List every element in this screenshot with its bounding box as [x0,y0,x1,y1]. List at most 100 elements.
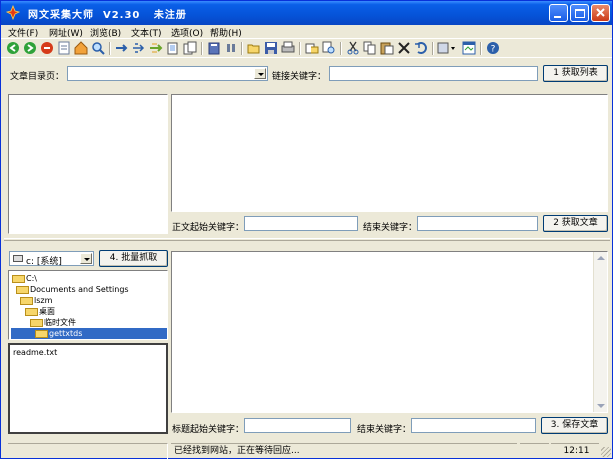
refresh-icon[interactable] [57,41,71,55]
cut-icon[interactable] [346,41,360,55]
toolbar: ? [1,38,612,58]
drive-select-value: c: [系统] [26,257,62,267]
folder-open-icon [35,329,48,338]
title-start-key-label: 标题起始关键字： [172,425,245,435]
find-icon[interactable] [322,41,336,55]
tree-node-label: 临时文件 [44,318,76,327]
content-end-key-input[interactable] [417,216,538,231]
vertical-scrollbar[interactable] [593,252,607,412]
tree-node[interactable]: C:\ [12,273,37,284]
tag-icon[interactable] [305,41,319,55]
search-icon[interactable] [91,41,105,55]
content-end-key-label: 结束关键字： [363,223,418,233]
chevron-down-icon[interactable] [80,253,92,264]
folder-icon [16,285,29,294]
status-time: 12:11 [551,443,599,459]
stop-icon[interactable] [40,41,54,55]
tree-node-label: C:\ [26,274,37,283]
copy-page-icon[interactable] [166,41,180,55]
folder-icon [25,307,38,316]
scroll-up-icon[interactable] [597,256,605,260]
help-icon[interactable]: ? [486,41,500,55]
next-icon[interactable] [149,41,163,55]
folder-icon [30,318,43,327]
fetch-list-button[interactable]: 1 获取列表 [543,65,608,82]
toolbar-separator [432,42,434,55]
catalog-page-combo[interactable] [67,66,268,81]
title-bar[interactable]: 网文采集大师 V2.30 未注册 [1,1,612,25]
toolbar-separator [201,42,203,55]
close-icon [596,8,605,17]
batch-fetch-button[interactable]: 4. 批量抓取 [99,250,168,267]
tools-icon[interactable] [437,41,457,55]
jump-icon[interactable] [132,41,146,55]
save-article-button[interactable]: 3. 保存文章 [541,417,608,434]
tree-node[interactable]: Documents and Settings [16,284,129,295]
drive-icon [13,255,23,262]
toolbar-separator [340,42,342,55]
paste-icon[interactable] [380,41,394,55]
save-content-pane[interactable] [171,251,608,413]
arrow-right-icon[interactable] [115,41,129,55]
toolbar-separator [109,42,111,55]
close-button[interactable] [591,4,610,22]
print-icon[interactable] [281,41,295,55]
tree-node-label: 桌面 [39,307,55,316]
article-list-pane[interactable] [8,94,168,234]
catalog-page-label: 文章目录页： [10,72,65,82]
tree-node[interactable]: 临时文件 [30,317,76,328]
save-icon[interactable] [264,41,278,55]
svg-text:?: ? [491,45,496,55]
content-start-key-label: 正文起始关键字： [172,223,245,233]
horizontal-splitter[interactable] [4,238,610,241]
book-icon[interactable] [207,41,221,55]
minimize-icon [554,16,561,18]
minimize-button[interactable] [549,4,568,22]
window-icon[interactable] [462,41,476,55]
toolbar-separator [241,42,243,55]
back-icon[interactable] [6,41,20,55]
link-keyword-input[interactable] [329,66,538,81]
drive-select[interactable]: c: [系统] [9,251,94,267]
tree-node-label: Documents and Settings [30,285,129,294]
status-panel-left [8,443,168,459]
title-start-key-input[interactable] [244,418,351,433]
title-end-key-label: 结束关键字： [357,425,412,435]
maximize-icon [575,9,585,18]
app-window: 网文采集大师 V2.30 未注册 文件(F) 网址(W) 浏览(B) 文本(T)… [0,0,613,459]
link-keyword-label: 链接关键字： [272,72,327,82]
content-start-key-input[interactable] [244,216,358,231]
folder-icon [20,296,33,305]
tree-node[interactable]: 桌面 [25,306,55,317]
app-logo-icon [5,4,21,21]
pause-icon[interactable] [224,41,238,55]
fetch-article-button[interactable]: 2 获取文章 [543,215,608,232]
tree-node-selected[interactable]: gettxtds [11,328,167,339]
file-list[interactable]: readme.txt [8,343,168,434]
status-panel-empty [520,443,549,459]
chevron-down-icon[interactable] [254,68,266,79]
title-end-key-input[interactable] [411,418,536,433]
tree-node[interactable]: lszm [20,295,52,306]
directory-tree[interactable]: C:\ Documents and Settings lszm 桌面 临时文件 … [8,270,168,340]
window-title: 网文采集大师 V2.30 未注册 [28,10,187,21]
resize-grip-icon[interactable] [601,447,611,457]
menu-bar: 文件(F) 网址(W) 浏览(B) 文本(T) 选项(O) 帮助(H) [1,25,612,39]
maximize-button[interactable] [570,4,589,22]
forward-icon[interactable] [23,41,37,55]
scroll-down-icon[interactable] [597,404,605,408]
undo-icon[interactable] [414,41,428,55]
article-content-pane[interactable] [171,94,608,212]
open-folder-icon[interactable] [247,41,261,55]
toolbar-separator [299,42,301,55]
tree-node-label: lszm [34,296,53,305]
tree-node-label: gettxtds [49,329,83,338]
file-item[interactable]: readme.txt [13,347,57,358]
home-icon[interactable] [74,41,88,55]
toolbar-separator [480,42,482,55]
copy-icon[interactable] [363,41,377,55]
delete-icon[interactable] [397,41,411,55]
folder-icon [12,274,25,283]
pages-icon[interactable] [183,41,197,55]
status-message: 已经找到网站，正在等待回应... [171,443,517,459]
